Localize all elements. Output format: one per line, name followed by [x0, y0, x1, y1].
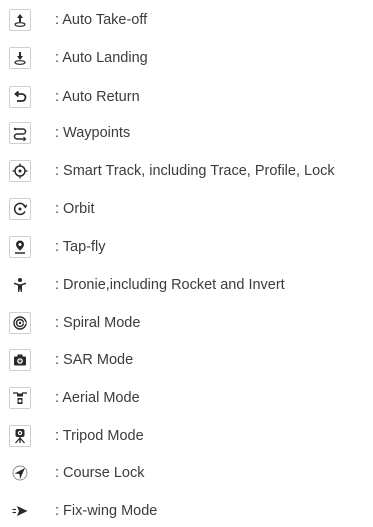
dronie-icon [9, 274, 31, 296]
legend-label: : Fix-wing Mode [55, 503, 158, 519]
legend-row-tripod-mode: : Tripod Mode [9, 423, 144, 449]
legend-label: : Auto Landing [55, 50, 148, 66]
legend-row-orbit: : Orbit [9, 196, 94, 222]
auto-return-icon [9, 86, 31, 108]
legend-row-spiral-mode: : Spiral Mode [9, 310, 140, 336]
legend-row-aerial-mode: : Aerial Mode [9, 385, 140, 411]
legend-label: : Auto Return [55, 89, 140, 105]
auto-takeoff-icon [9, 9, 31, 31]
legend-label: : Waypoints [55, 125, 131, 141]
flight-mode-legend: : Auto Take-off : Auto Landing : Auto Re… [0, 0, 373, 527]
course-lock-icon [9, 462, 31, 484]
auto-landing-icon [9, 47, 31, 69]
legend-label: : SAR Mode [55, 352, 134, 368]
legend-row-fix-wing-mode: : Fix-wing Mode [9, 498, 157, 524]
legend-row-auto-takeoff: : Auto Take-off [9, 7, 147, 33]
legend-row-course-lock: : Course Lock [9, 460, 144, 486]
legend-label: : Smart Track, including Trace, Profile,… [55, 163, 335, 179]
waypoints-icon [9, 122, 31, 144]
orbit-icon [9, 198, 31, 220]
legend-row-auto-landing: : Auto Landing [9, 45, 148, 71]
spiral-mode-icon [9, 312, 31, 334]
tripod-mode-icon [9, 425, 31, 447]
legend-label: : Dronie,including Rocket and Invert [55, 277, 285, 293]
legend-label: : Orbit [55, 201, 95, 217]
legend-label: : Aerial Mode [55, 390, 140, 406]
legend-label: : Tripod Mode [55, 428, 144, 444]
legend-label: : Auto Take-off [55, 12, 148, 28]
sar-mode-icon [9, 349, 31, 371]
fix-wing-mode-icon [9, 500, 31, 522]
legend-row-auto-return: : Auto Return [9, 84, 140, 110]
legend-row-dronie: : Dronie,including Rocket and Invert [9, 272, 285, 298]
smart-track-icon [9, 160, 31, 182]
legend-row-tap-fly: : Tap-fly [9, 234, 106, 260]
legend-row-waypoints: : Waypoints [9, 120, 130, 146]
legend-label: : Spiral Mode [55, 315, 141, 331]
tap-fly-icon [9, 236, 31, 258]
legend-row-smart-track: : Smart Track, including Trace, Profile,… [9, 158, 335, 184]
legend-label: : Tap-fly [55, 239, 106, 255]
legend-row-sar-mode: : SAR Mode [9, 347, 133, 373]
legend-label: : Course Lock [55, 465, 145, 481]
aerial-mode-icon [9, 387, 31, 409]
